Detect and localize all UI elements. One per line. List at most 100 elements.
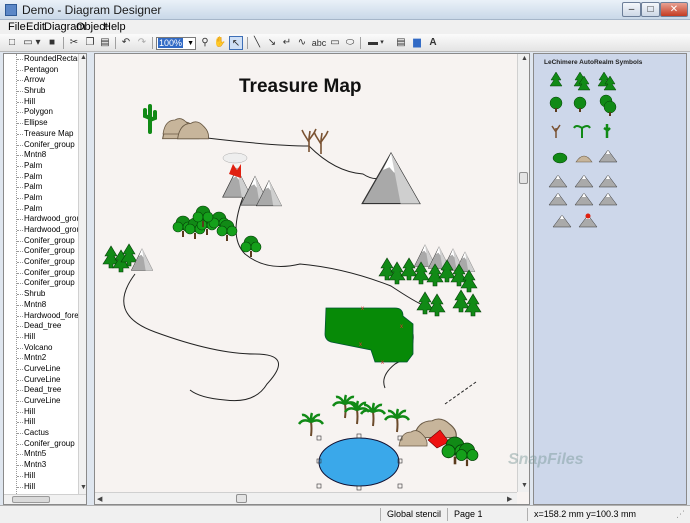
map-title[interactable]: Treasure Map bbox=[239, 76, 362, 98]
tree-item[interactable]: Conifer_group bbox=[4, 257, 80, 268]
tree-item[interactable]: Conifer_group bbox=[4, 236, 80, 247]
scroll-up-icon[interactable]: ▲ bbox=[80, 54, 86, 61]
maximize-button[interactable]: □ bbox=[641, 2, 660, 17]
tree-item[interactable]: Conifer_group bbox=[4, 439, 80, 450]
close-button[interactable]: ✕ bbox=[660, 2, 688, 17]
tree-item[interactable]: Palm bbox=[4, 193, 80, 204]
tree-item[interactable]: Hill bbox=[4, 332, 80, 343]
scroll-left-icon[interactable]: ◀ bbox=[97, 495, 102, 503]
tree-item[interactable]: Arrow bbox=[4, 75, 80, 86]
tree-item[interactable]: Mntn8 bbox=[4, 150, 80, 161]
symbol-cactus[interactable] bbox=[603, 124, 611, 138]
tree-item[interactable]: Palm bbox=[4, 161, 80, 172]
redo-icon[interactable]: ↷ bbox=[135, 36, 149, 50]
tree-item[interactable]: Mntn3 bbox=[4, 460, 80, 471]
symbol-hardwood-group[interactable] bbox=[573, 96, 587, 113]
scroll-right-icon[interactable]: ▶ bbox=[507, 495, 512, 503]
tree-vertical-scrollbar[interactable]: ▲ ▼ bbox=[78, 54, 86, 494]
open-folder-icon[interactable]: ▭ bbox=[21, 36, 35, 50]
tree-item[interactable]: Dead_tree bbox=[4, 385, 80, 396]
symbol-mountain-3[interactable] bbox=[574, 174, 594, 188]
tree-item[interactable]: Conifer_group bbox=[4, 246, 80, 257]
symbol-conifer[interactable] bbox=[549, 71, 563, 87]
minimize-button[interactable]: – bbox=[622, 2, 641, 17]
tree-item[interactable]: Palm bbox=[4, 182, 80, 193]
text-tool-icon[interactable]: abc bbox=[309, 36, 329, 50]
tree-item[interactable]: Shrub bbox=[4, 289, 80, 300]
object-tree-panel[interactable]: RoundedRectanglePentagonArrowShrubHillPo… bbox=[3, 53, 87, 505]
line-color-icon[interactable]: ▤ bbox=[394, 36, 408, 50]
tree-horizontal-scrollbar[interactable] bbox=[4, 494, 86, 504]
diagram-canvas[interactable]: xx xx Treasure Map ▲ ▼ ◀ ▶ bbox=[94, 53, 530, 505]
paste-icon[interactable]: ▤ bbox=[98, 36, 112, 50]
symbol-hill[interactable] bbox=[575, 155, 593, 163]
tree-item[interactable]: Hill bbox=[4, 417, 80, 428]
save-icon[interactable]: ■ bbox=[45, 36, 59, 50]
canvas-horizontal-thumb[interactable] bbox=[236, 494, 247, 503]
canvas-vertical-thumb[interactable] bbox=[519, 172, 528, 184]
zoom-magnifier-icon[interactable]: ⚲ bbox=[198, 36, 212, 50]
symbol-mountain-4[interactable] bbox=[598, 174, 618, 188]
tree-item[interactable]: Conifer_group bbox=[4, 140, 80, 151]
zoom-select[interactable]: 100% ▼ bbox=[156, 37, 196, 50]
tree-item[interactable]: Mntn5 bbox=[4, 449, 80, 460]
tree-item[interactable]: Hill bbox=[4, 97, 80, 108]
select-pointer-icon[interactable]: ↖ bbox=[229, 36, 243, 50]
tree-item[interactable]: Palm bbox=[4, 204, 80, 215]
scroll-down-icon[interactable]: ▼ bbox=[521, 482, 528, 489]
tree-item[interactable]: Conifer_group bbox=[4, 278, 80, 289]
tree-item[interactable]: Cactus bbox=[4, 428, 80, 439]
fill-color-icon[interactable]: ▆ bbox=[410, 36, 424, 50]
tree-item[interactable]: Treasure Map bbox=[4, 129, 80, 140]
tree-item[interactable]: CurveLine bbox=[4, 375, 80, 386]
pan-hand-icon[interactable]: ✋ bbox=[213, 36, 227, 50]
symbol-mountain[interactable] bbox=[598, 149, 618, 163]
symbol-palm[interactable] bbox=[573, 125, 591, 138]
connector-tool-icon[interactable]: ↵ bbox=[280, 36, 294, 50]
menu-edit[interactable]: Edit bbox=[26, 21, 45, 33]
panel-splitter[interactable] bbox=[87, 53, 94, 505]
symbol-mountain-2[interactable] bbox=[548, 174, 568, 188]
symbol-shrub[interactable] bbox=[552, 152, 568, 164]
tree-item[interactable]: CurveLine bbox=[4, 364, 80, 375]
symbol-hardwood-forest[interactable] bbox=[599, 94, 617, 117]
tree-item[interactable]: Conifer_group bbox=[4, 268, 80, 279]
arrow-line-tool-icon[interactable]: ↘ bbox=[265, 36, 279, 50]
font-color-icon[interactable]: A bbox=[426, 36, 440, 50]
cut-icon[interactable]: ✂ bbox=[67, 36, 81, 50]
open-dropdown-icon[interactable]: ▾ bbox=[34, 36, 42, 50]
symbol-mountain-5[interactable] bbox=[548, 192, 568, 206]
tree-item[interactable]: Mntn8 bbox=[4, 300, 80, 311]
tree-item[interactable]: Hill bbox=[4, 482, 80, 493]
tree-item[interactable]: Palm bbox=[4, 172, 80, 183]
symbol-hardwood[interactable] bbox=[549, 96, 563, 113]
tree-item[interactable]: Shrub bbox=[4, 86, 80, 97]
tree-item[interactable]: CurveLine bbox=[4, 396, 80, 407]
tree-item[interactable]: Polygon bbox=[4, 107, 80, 118]
line-width-dropdown-icon[interactable]: ▾ bbox=[378, 36, 386, 50]
canvas-vertical-scrollbar[interactable]: ▲ ▼ bbox=[517, 54, 529, 492]
tree-item[interactable]: Dead_tree bbox=[4, 321, 80, 332]
tree-item[interactable]: Hardwood_group bbox=[4, 225, 80, 236]
rectangle-tool-icon[interactable]: ▭ bbox=[328, 36, 342, 50]
tree-item[interactable]: Hill bbox=[4, 407, 80, 418]
copy-icon[interactable]: ❐ bbox=[83, 36, 97, 50]
tree-item[interactable]: Ellipse bbox=[4, 118, 80, 129]
symbol-conifer-forest[interactable] bbox=[597, 71, 617, 91]
tree-item[interactable]: Hardwood_group bbox=[4, 214, 80, 225]
undo-icon[interactable]: ↶ bbox=[119, 36, 133, 50]
menu-file[interactable]: File bbox=[8, 21, 26, 33]
symbol-volcano[interactable] bbox=[578, 213, 598, 228]
symbol-conifer-group[interactable] bbox=[573, 71, 591, 91]
new-file-icon[interactable]: □ bbox=[5, 36, 19, 50]
scroll-down-icon[interactable]: ▼ bbox=[80, 484, 86, 491]
symbol-dead-tree[interactable] bbox=[551, 124, 561, 138]
symbol-mountain-6[interactable] bbox=[574, 192, 594, 206]
line-tool-icon[interactable]: ╲ bbox=[250, 36, 264, 50]
menu-help[interactable]: Help bbox=[103, 21, 126, 33]
tree-item[interactable]: Volcano bbox=[4, 343, 80, 354]
tree-item[interactable]: RoundedRectangle bbox=[4, 54, 80, 65]
tree-item[interactable]: Hardwood_forest bbox=[4, 311, 80, 322]
canvas-horizontal-scrollbar[interactable]: ◀ ▶ bbox=[95, 492, 517, 504]
tree-item[interactable]: Hill bbox=[4, 471, 80, 482]
